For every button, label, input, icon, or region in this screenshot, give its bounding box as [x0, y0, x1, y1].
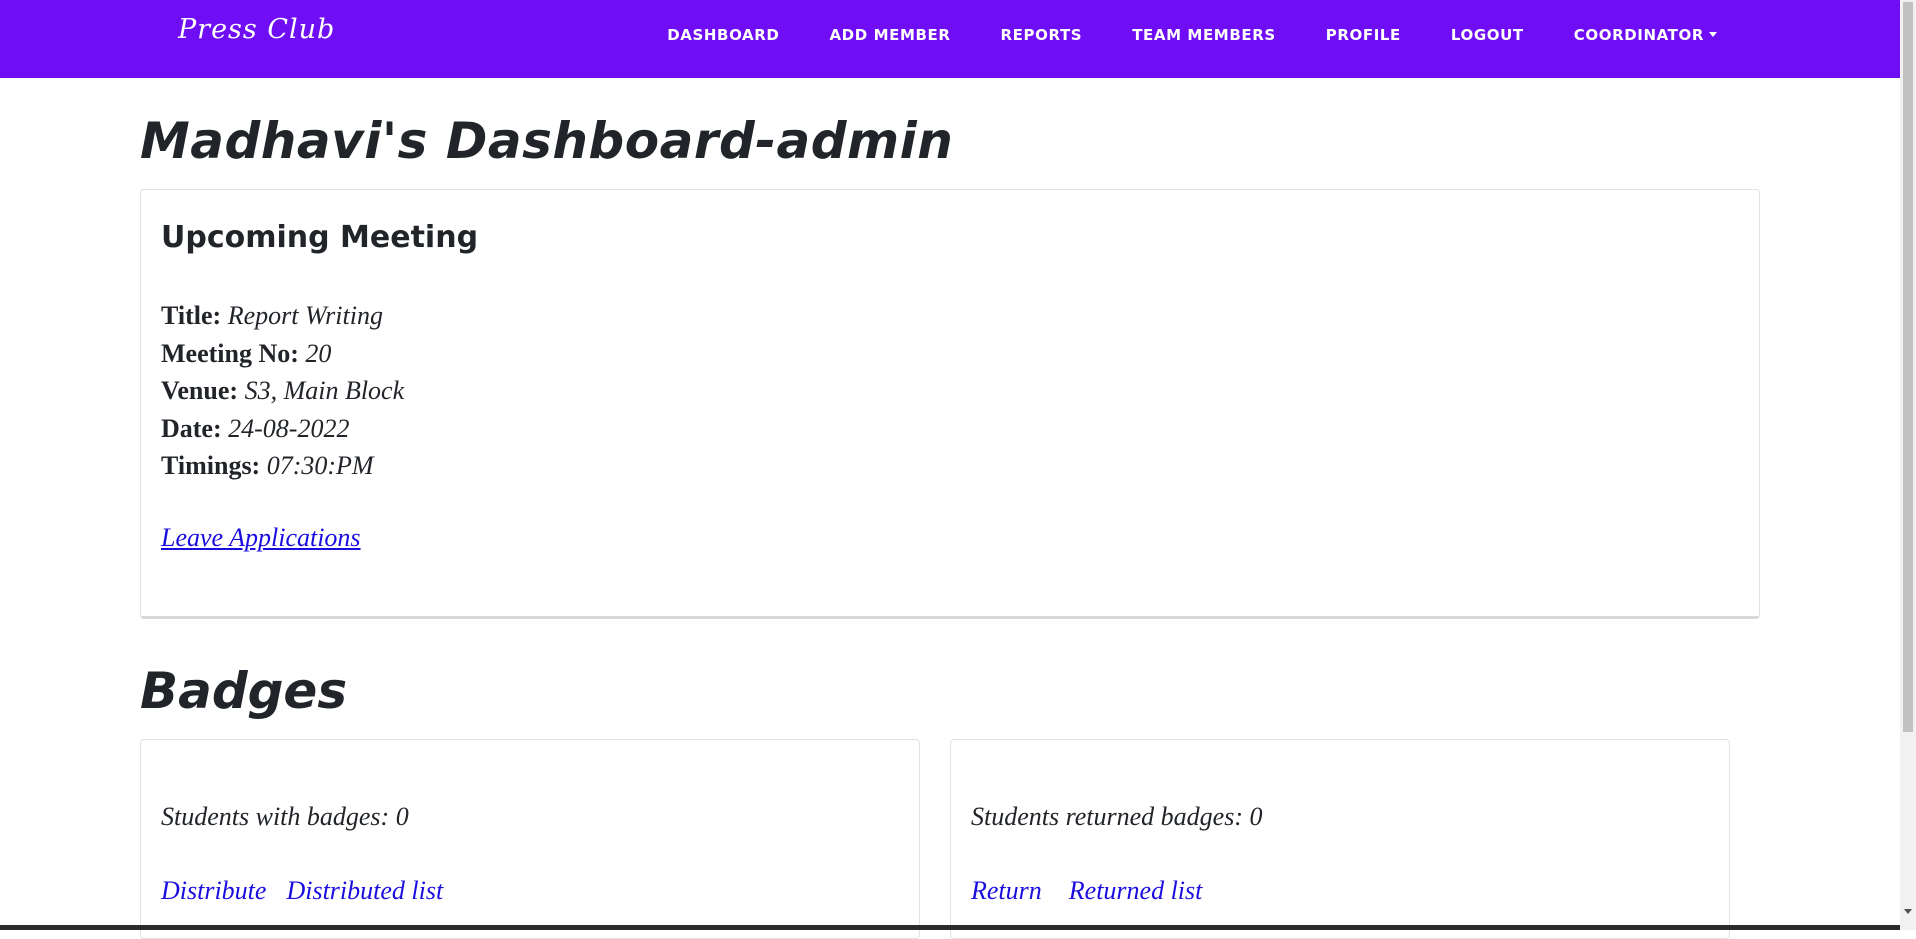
- meeting-date-row: Date: 24-08-2022: [161, 410, 404, 448]
- meeting-title-value: Report Writing: [227, 301, 383, 330]
- vertical-scrollbar[interactable]: [1900, 0, 1916, 930]
- badges-returned-card: Students returned badges: 0 Return Retur…: [950, 739, 1730, 939]
- meeting-date-label: Date:: [161, 413, 222, 443]
- meeting-number-value: 20: [305, 338, 332, 368]
- students-with-badges-text: Students with badges: 0: [161, 802, 409, 831]
- badges-distributed-card: Students with badges: 0 Distribute Distr…: [140, 739, 920, 939]
- nav-reports[interactable]: REPORTS: [976, 26, 1108, 44]
- leave-applications-link[interactable]: Leave Applications: [161, 523, 361, 553]
- returned-list-link[interactable]: Returned list: [1069, 876, 1203, 906]
- scroll-down-arrow-icon[interactable]: [1904, 909, 1912, 914]
- meeting-date-value: 24-08-2022: [228, 413, 350, 443]
- brand-logo[interactable]: Press Club: [178, 14, 335, 45]
- meeting-timings-label: Timings:: [161, 451, 261, 480]
- bottom-edge-bar: [0, 925, 1900, 930]
- badges-heading: Badges: [140, 662, 348, 720]
- scrollbar-thumb[interactable]: [1903, 2, 1913, 732]
- nav-dashboard[interactable]: DASHBOARD: [642, 26, 804, 44]
- nav-add-member[interactable]: ADD MEMBER: [804, 26, 975, 44]
- return-link[interactable]: Return: [971, 876, 1042, 906]
- meeting-title-label: Title:: [161, 301, 222, 330]
- distribute-link[interactable]: Distribute: [161, 876, 266, 906]
- meeting-details: Title: Report Writing Meeting No: 20 Ven…: [161, 297, 404, 485]
- nav-links: DASHBOARD ADD MEMBER REPORTS TEAM MEMBER…: [642, 0, 1742, 70]
- top-navbar: Press Club DASHBOARD ADD MEMBER REPORTS …: [0, 0, 1900, 78]
- return-links: Return Returned list: [971, 876, 1202, 906]
- nav-profile[interactable]: PROFILE: [1301, 26, 1426, 44]
- meeting-number-label: Meeting No:: [161, 338, 299, 368]
- upcoming-meeting-heading: Upcoming Meeting: [161, 220, 479, 255]
- students-returned-badges-text: Students returned badges: 0: [971, 802, 1263, 831]
- nav-logout[interactable]: LOGOUT: [1426, 26, 1549, 44]
- meeting-venue-label: Venue:: [161, 376, 239, 405]
- meeting-venue-row: Venue: S3, Main Block: [161, 372, 404, 410]
- meeting-number-row: Meeting No: 20: [161, 335, 404, 373]
- meeting-timings-row: Timings: 07:30:PM: [161, 447, 404, 485]
- upcoming-meeting-card: Upcoming Meeting Title: Report Writing M…: [140, 189, 1760, 619]
- nav-coordinator-dropdown[interactable]: COORDINATOR: [1549, 26, 1742, 44]
- distribute-links: Distribute Distributed list: [161, 876, 443, 906]
- meeting-title-row: Title: Report Writing: [161, 297, 404, 335]
- meeting-timings-value: 07:30:PM: [266, 451, 374, 480]
- meeting-venue-value: S3, Main Block: [244, 376, 405, 405]
- page-title: Madhavi's Dashboard-admin: [140, 112, 954, 170]
- nav-team-members[interactable]: TEAM MEMBERS: [1107, 26, 1301, 44]
- distributed-list-link[interactable]: Distributed list: [286, 876, 443, 906]
